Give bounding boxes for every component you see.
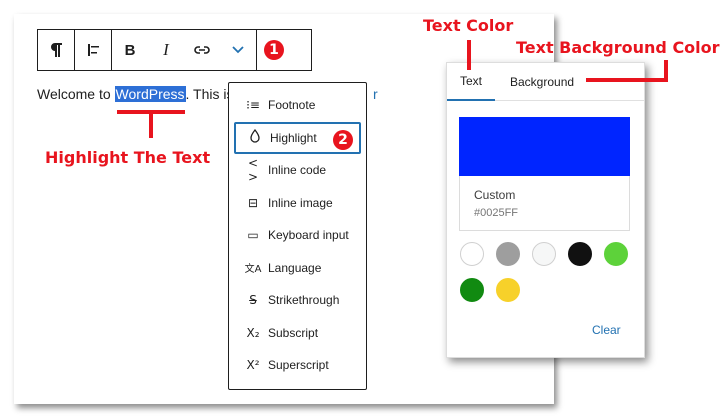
menu-item-inline-image[interactable]: ⊟ Inline image [234, 187, 361, 220]
format-dropdown: ⁝≡ Footnote Highlight < > Inline code ⊟ … [228, 82, 367, 390]
paragraph-block[interactable]: Welcome to WordPress. This is r [37, 86, 378, 102]
step-1-badge: 1 [264, 40, 284, 60]
strikethrough-icon: S̶ [249, 293, 257, 308]
drop-icon [246, 129, 264, 146]
color-tabs: Text Background [447, 63, 644, 101]
menu-item-footnote[interactable]: ⁝≡ Footnote [234, 89, 361, 122]
align-left-icon[interactable] [75, 30, 111, 70]
menu-item-subscript[interactable]: X₂ Subscript [234, 317, 361, 350]
link-icon[interactable] [184, 30, 220, 70]
bold-button[interactable]: B [112, 30, 148, 70]
color-gray[interactable] [496, 242, 520, 266]
pilcrow-icon[interactable] [38, 30, 74, 70]
custom-color-label: Custom [474, 188, 516, 202]
clear-button[interactable]: Clear [592, 323, 621, 337]
custom-color-hex: #0025FF [474, 207, 519, 219]
paragraph-text-tail: r [373, 86, 378, 102]
image-icon: ⊟ [247, 195, 259, 210]
color-popover: Text Background Custom #0025FF Clear [446, 62, 645, 358]
color-light-green[interactable] [604, 242, 628, 266]
text-bg-color-annotation: Text Background Color [516, 38, 720, 57]
menu-item-strikethrough[interactable]: S̶ Strikethrough [234, 284, 361, 317]
code-icon: < > [247, 156, 259, 185]
text-bg-pointer-vertical [664, 60, 668, 80]
menu-item-inline-code[interactable]: < > Inline code [234, 154, 361, 187]
menu-item-label: Subscript [268, 325, 319, 340]
menu-item-label: Language [268, 260, 322, 275]
menu-item-label: Keyboard input [268, 228, 349, 243]
color-black[interactable] [568, 242, 592, 266]
menu-item-superscript[interactable]: X² Superscript [234, 349, 361, 382]
footnote-icon: ⁝≡ [246, 98, 260, 113]
text-color-pointer [467, 40, 471, 70]
highlight-annotation-label: Highlight The Text [45, 148, 211, 167]
custom-color-swatch[interactable] [459, 117, 630, 176]
menu-item-label: Footnote [268, 98, 316, 113]
paragraph-text-before: Welcome to [37, 86, 115, 102]
chevron-down-icon[interactable] [220, 30, 256, 70]
menu-item-label: Highlight [270, 130, 317, 145]
menu-item-label: Inline image [268, 195, 333, 210]
color-light-gray[interactable] [532, 242, 556, 266]
menu-item-label: Superscript [268, 358, 329, 373]
custom-color-info: Custom #0025FF [459, 176, 630, 231]
highlighted-text[interactable]: WordPress [114, 86, 186, 102]
color-yellow[interactable] [496, 278, 520, 302]
tab-text[interactable]: Text [447, 63, 495, 101]
color-white[interactable] [460, 242, 484, 266]
language-icon: 文A [244, 264, 262, 276]
highlight-pointer [149, 114, 153, 138]
italic-button[interactable]: I [148, 30, 184, 70]
text-color-annotation: Text Color [423, 16, 514, 35]
color-green[interactable] [460, 278, 484, 302]
keyboard-icon: ▭ [247, 228, 259, 243]
tab-background[interactable]: Background [510, 63, 574, 101]
paragraph-text-after: . This is [185, 86, 234, 102]
menu-item-label: Strikethrough [268, 293, 340, 308]
step-2-badge: 2 [333, 130, 353, 150]
text-bg-pointer-horizontal [586, 78, 668, 82]
menu-item-label: Inline code [268, 163, 327, 178]
subscript-icon: X₂ [246, 325, 260, 340]
menu-item-language[interactable]: 文A Language [234, 252, 361, 285]
superscript-icon: X² [246, 358, 260, 373]
menu-item-keyboard-input[interactable]: ▭ Keyboard input [234, 219, 361, 252]
